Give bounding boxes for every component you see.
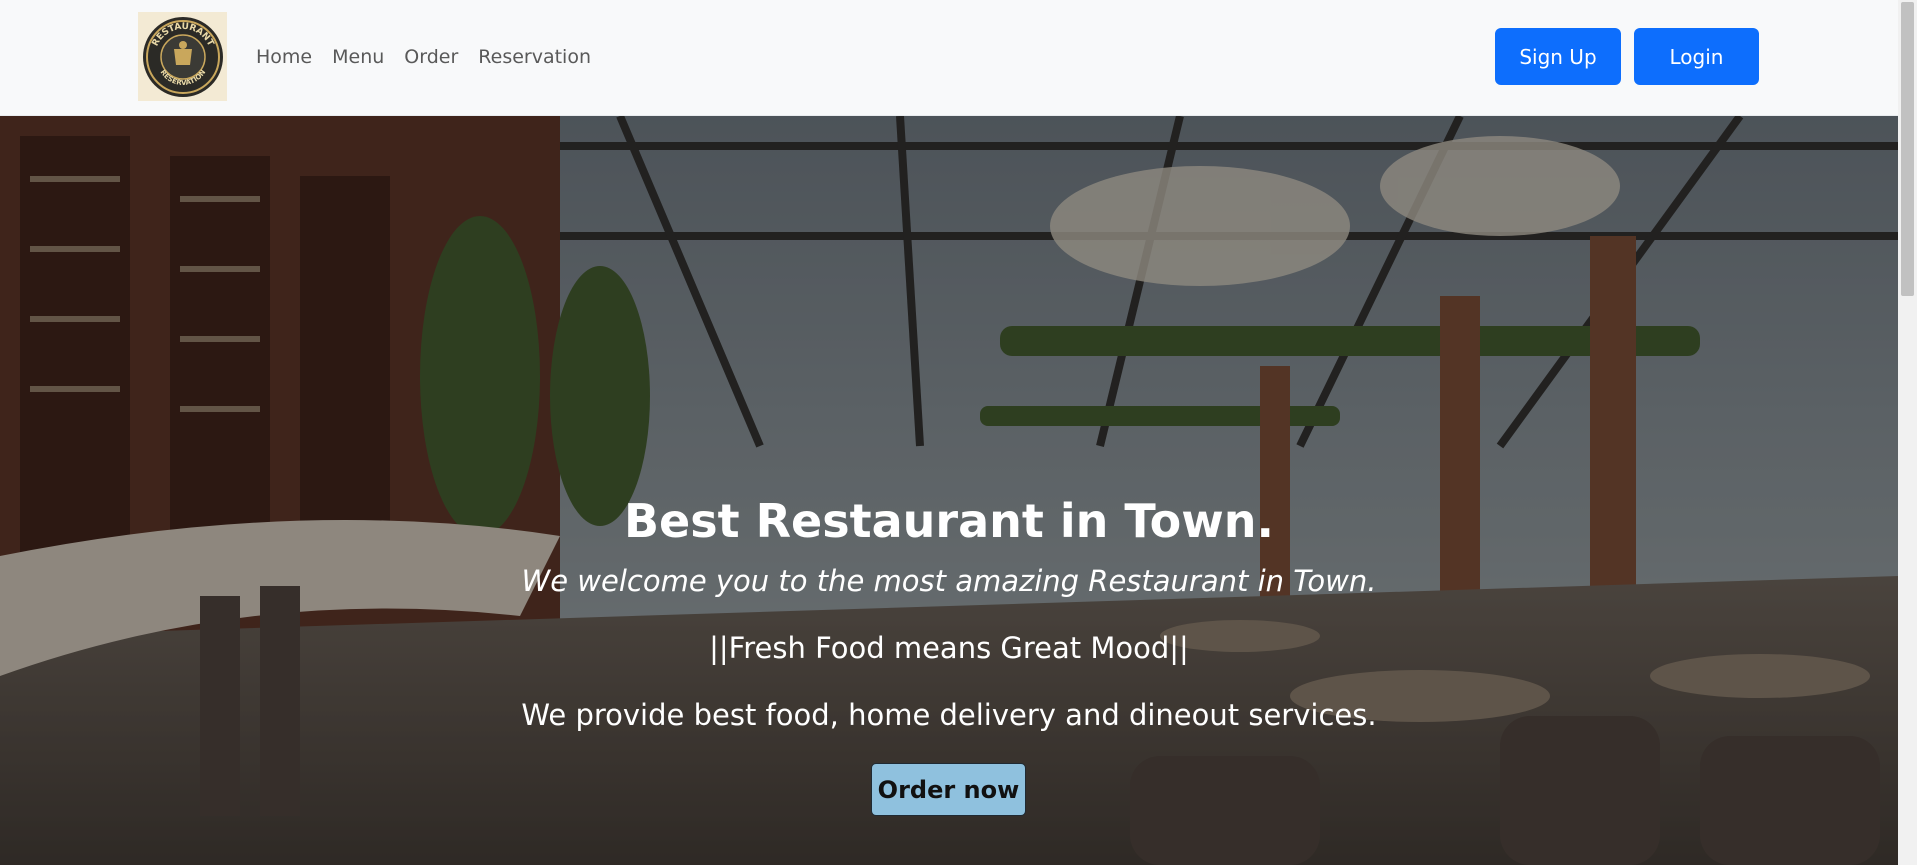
login-button[interactable]: Login [1634, 28, 1759, 85]
navbar: RESTAURANT RESERVATION Home Menu Order R… [0, 0, 1898, 116]
page-scrollbar[interactable] [1898, 0, 1917, 865]
hero-welcome-text: We welcome you to the most amazing Resta… [521, 564, 1377, 598]
scrollbar-thumb[interactable] [1901, 2, 1914, 296]
restaurant-logo[interactable]: RESTAURANT RESERVATION [138, 12, 227, 101]
nav-link-home[interactable]: Home [256, 44, 312, 70]
hero-overlay [0, 116, 1898, 865]
nav-link-order[interactable]: Order [404, 44, 458, 70]
nav-links: Home Menu Order Reservation [256, 44, 611, 70]
hero-services-text: We provide best food, home delivery and … [521, 698, 1377, 732]
restaurant-emblem-icon: RESTAURANT RESERVATION [142, 16, 223, 97]
hero-title: Best Restaurant in Town. [623, 494, 1275, 548]
nav-link-menu[interactable]: Menu [332, 44, 384, 70]
order-now-button[interactable]: Order now [871, 763, 1026, 816]
signup-button[interactable]: Sign Up [1495, 28, 1621, 85]
hero-section: Best Restaurant in Town. We welcome you … [0, 116, 1898, 865]
hero-motto: ||Fresh Food means Great Mood|| [709, 631, 1189, 665]
nav-link-reservation[interactable]: Reservation [478, 44, 591, 70]
